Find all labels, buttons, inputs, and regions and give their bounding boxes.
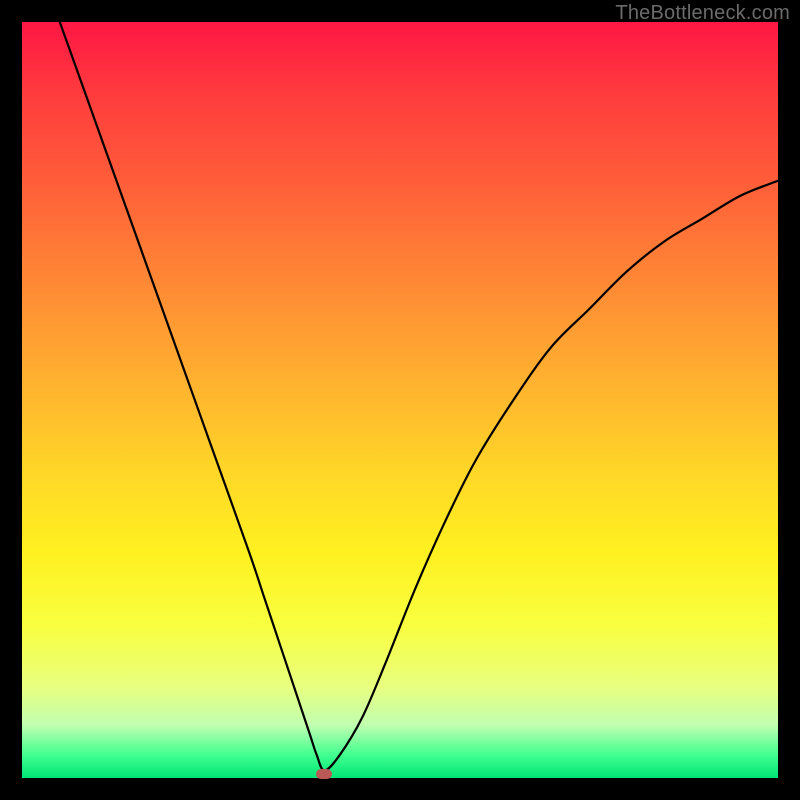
- chart-plot-area: [22, 22, 778, 778]
- watermark-text: TheBottleneck.com: [615, 2, 790, 25]
- minimum-marker: [316, 769, 332, 779]
- bottleneck-curve: [22, 22, 778, 778]
